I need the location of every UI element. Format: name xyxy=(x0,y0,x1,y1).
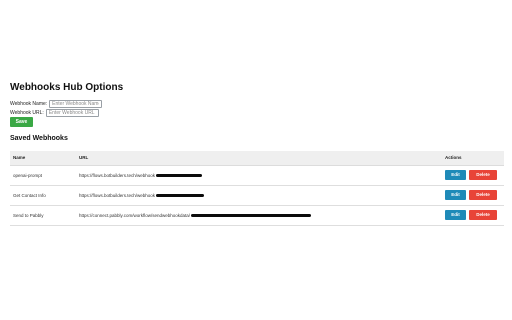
options-page: Webhooks Hub Options Webhook Name: Webho… xyxy=(0,0,512,320)
webhook-url-text: https://flows.botbuilders.tech/webhook xyxy=(79,192,156,198)
webhook-name-input[interactable] xyxy=(49,99,103,108)
redaction-mark xyxy=(190,213,311,217)
column-header-name: Name xyxy=(10,151,76,166)
webhook-url-cell: https://flows.botbuilders.tech/webhook xyxy=(76,185,442,205)
edit-button[interactable]: Edit xyxy=(445,190,466,200)
webhook-url-text: https://connect.pabbly.com/workflow/send… xyxy=(79,212,190,218)
redaction-mark xyxy=(156,173,203,177)
delete-button[interactable]: Delete xyxy=(469,210,497,220)
edit-button[interactable]: Edit xyxy=(445,170,466,180)
webhook-name-row: Webhook Name: xyxy=(10,99,103,108)
actions-cell: Edit Delete xyxy=(442,185,504,205)
webhook-url-cell: https://connect.pabbly.com/workflow/send… xyxy=(76,205,442,225)
webhook-url-cell: https://flows.botbuilders.tech/webhook xyxy=(76,165,442,185)
webhooks-table: Name URL Actions openai-prompt https://f… xyxy=(10,151,504,226)
save-button[interactable]: Save xyxy=(10,117,33,127)
webhook-name-cell: Get Contact Info xyxy=(13,192,46,198)
column-header-url: URL xyxy=(76,151,442,166)
actions-cell: Edit Delete xyxy=(442,165,504,185)
delete-button[interactable]: Delete xyxy=(469,190,497,200)
column-header-actions: Actions xyxy=(442,151,504,166)
delete-button[interactable]: Delete xyxy=(469,170,497,180)
webhook-url-text: https://flows.botbuilders.tech/webhook xyxy=(79,172,156,178)
redaction-mark xyxy=(156,193,205,197)
webhook-url-input[interactable] xyxy=(45,108,99,117)
table-row: openai-prompt https://flows.botbuilders.… xyxy=(10,165,504,185)
table-row: Get Contact Info https://flows.botbuilde… xyxy=(10,185,504,205)
saved-webhooks-heading: Saved Webhooks xyxy=(10,135,68,142)
table-row: Send to Pabbly https://connect.pabbly.co… xyxy=(10,205,504,225)
webhook-name-label: Webhook Name: xyxy=(10,100,48,107)
page-title: Webhooks Hub Options xyxy=(10,82,124,93)
webhook-url-row: Webhook URL: xyxy=(10,108,99,117)
edit-button[interactable]: Edit xyxy=(445,210,466,220)
webhook-url-label: Webhook URL: xyxy=(10,109,44,116)
table-header-row: Name URL Actions xyxy=(10,151,504,166)
webhook-name-cell: Send to Pabbly xyxy=(13,212,44,218)
webhook-name-cell: openai-prompt xyxy=(13,172,43,178)
actions-cell: Edit Delete xyxy=(442,205,504,225)
